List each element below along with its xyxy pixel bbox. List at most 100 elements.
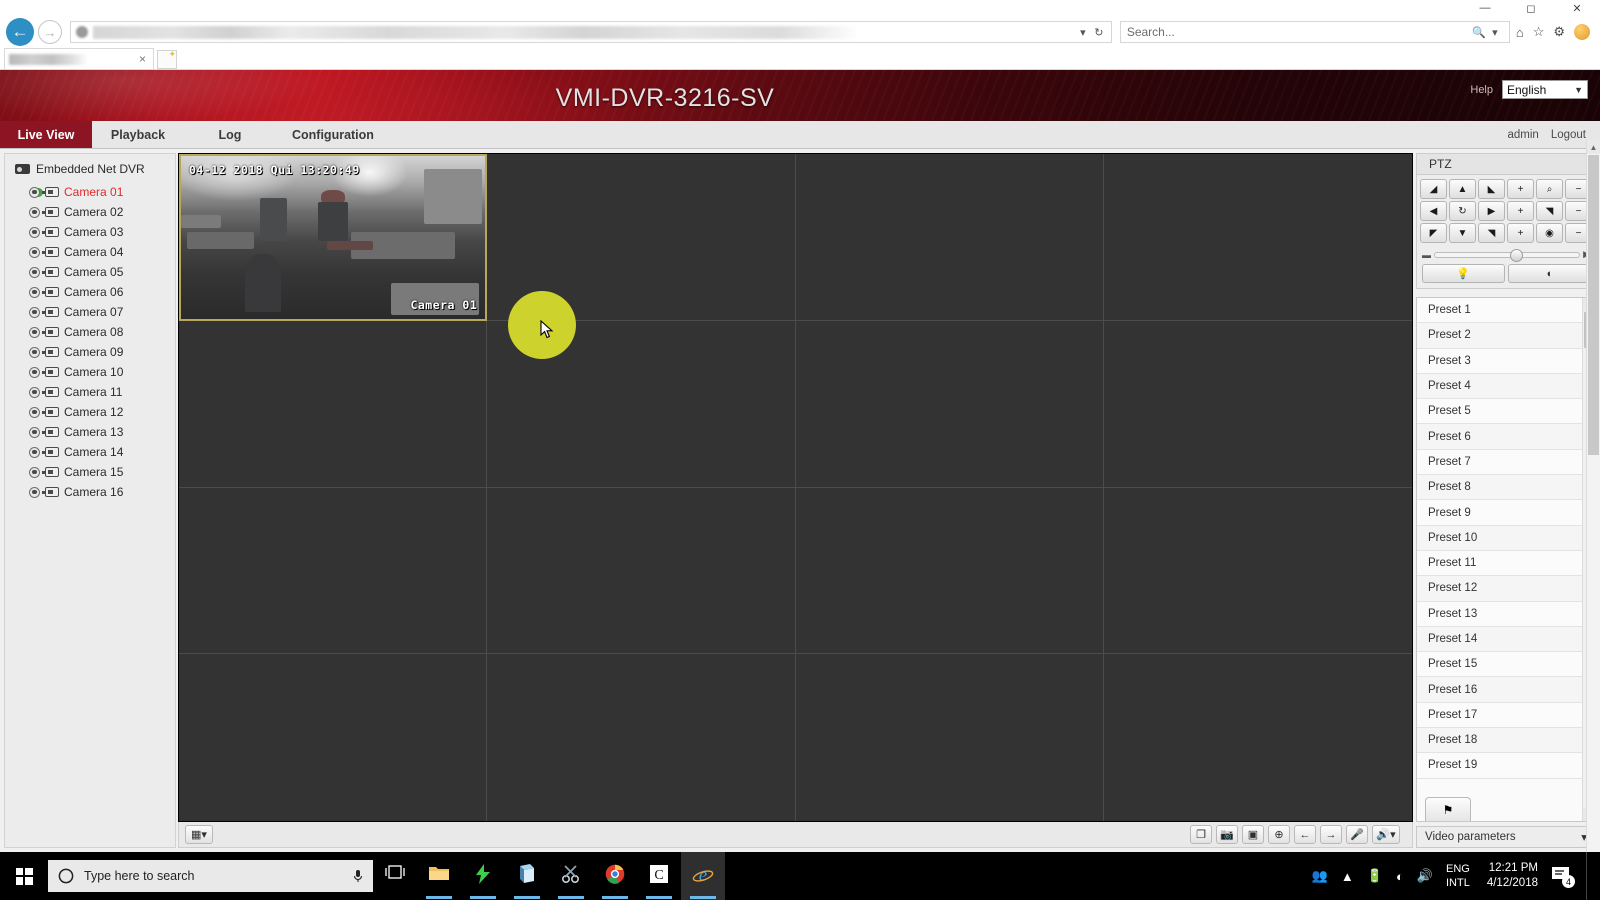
camera-item-15[interactable]: Camera 15 — [5, 462, 175, 482]
video-cell-9[interactable] — [179, 487, 488, 655]
camera-item-8[interactable]: Camera 08 — [5, 322, 175, 342]
auto-scan-icon[interactable]: ↻ — [1449, 201, 1476, 221]
preset-row[interactable]: Preset 1 — [1417, 298, 1582, 324]
arrow-up-left-icon[interactable]: ◢ — [1420, 179, 1447, 199]
preset-row[interactable]: Preset 19 — [1417, 753, 1582, 779]
focus-icon[interactable]: ◥ — [1536, 201, 1563, 221]
video-cell-11[interactable] — [795, 487, 1104, 655]
tab-configuration[interactable]: Configuration — [276, 121, 390, 148]
preset-row[interactable]: Preset 10 — [1417, 525, 1582, 551]
show-hidden-icons-icon[interactable]: ▲ — [1341, 869, 1354, 884]
video-parameters-bar[interactable]: Video parameters ▾ — [1416, 826, 1596, 848]
help-link[interactable]: Help — [1470, 84, 1493, 96]
video-cell-12[interactable] — [1103, 487, 1412, 655]
user-icon[interactable] — [1574, 24, 1590, 40]
ptz-speed-slider[interactable]: ▬ ▶ — [1420, 245, 1592, 262]
forward-arrow-icon[interactable]: → — [38, 20, 62, 44]
camera-item-3[interactable]: Camera 03 — [5, 222, 175, 242]
people-icon[interactable]: 👥 — [1312, 868, 1328, 884]
back-arrow-icon[interactable]: ← — [6, 18, 34, 46]
microphone-icon[interactable]: 🎤 — [1346, 825, 1368, 844]
video-cell-15[interactable] — [795, 654, 1104, 821]
close-icon[interactable]: × — [136, 52, 149, 66]
browser-search-input[interactable]: Search... 🔍 ▾ — [1119, 21, 1510, 43]
gear-icon[interactable]: ⚙ — [1553, 24, 1565, 40]
windows-logo-icon[interactable] — [0, 852, 48, 900]
video-cell-7[interactable] — [795, 320, 1104, 488]
tab-playback[interactable]: Playback — [92, 121, 184, 148]
camera-item-1[interactable]: Camera 01 — [5, 182, 175, 202]
internet-explorer-icon[interactable]: e — [681, 852, 725, 900]
flag-icon[interactable]: ⚑ — [1425, 797, 1471, 821]
focus-plus-icon[interactable]: + — [1507, 201, 1534, 221]
iris-icon[interactable]: ◉ — [1536, 223, 1563, 243]
scroll-up-icon[interactable]: ▲ — [1587, 140, 1600, 154]
preset-row[interactable]: Preset 6 — [1417, 424, 1582, 450]
address-bar[interactable]: ▾ ↻ — [70, 21, 1112, 43]
logout-link[interactable]: Logout — [1551, 129, 1586, 141]
preset-row[interactable]: Preset 3 — [1417, 348, 1582, 374]
arrow-down-left-icon[interactable]: ◤ — [1420, 223, 1447, 243]
language-indicator[interactable]: ENG INTL — [1446, 862, 1470, 890]
show-desktop-button[interactable] — [1586, 852, 1594, 900]
zoom-plus-icon[interactable]: + — [1507, 179, 1534, 199]
camera-item-12[interactable]: Camera 12 — [5, 402, 175, 422]
zoom-in-icon[interactable]: ⊕ — [1268, 825, 1290, 844]
refresh-icon[interactable]: ↻ — [1091, 26, 1107, 39]
preset-row[interactable]: Preset 14 — [1417, 626, 1582, 653]
next-page-icon[interactable]: → — [1320, 825, 1342, 844]
video-cell-14[interactable] — [487, 654, 796, 821]
video-cell-3[interactable] — [795, 154, 1104, 321]
book-app-icon[interactable] — [505, 852, 549, 900]
camera-item-16[interactable]: Camera 16 — [5, 482, 175, 502]
minimize-button[interactable]: — — [1462, 0, 1508, 16]
page-scrollbar[interactable]: ▲ ▼ — [1586, 140, 1600, 852]
browser-tab[interactable]: × — [4, 48, 154, 69]
favorites-star-icon[interactable]: ☆ — [1533, 24, 1545, 40]
tree-root-node[interactable]: Embedded Net DVR — [5, 162, 175, 182]
camera-item-10[interactable]: Camera 10 — [5, 362, 175, 382]
preset-row[interactable]: Preset 17 — [1417, 702, 1582, 729]
video-cell-8[interactable] — [1103, 320, 1412, 488]
tab-live-view[interactable]: Live View — [0, 121, 92, 148]
arrow-right-icon[interactable]: ▶ — [1478, 201, 1505, 221]
camera-item-7[interactable]: Camera 07 — [5, 302, 175, 322]
arrow-down-right-icon[interactable]: ◥ — [1478, 223, 1505, 243]
camera-item-9[interactable]: Camera 09 — [5, 342, 175, 362]
arrow-left-icon[interactable]: ◀ — [1420, 201, 1447, 221]
camera-item-2[interactable]: Camera 02 — [5, 202, 175, 222]
camera-item-4[interactable]: Camera 04 — [5, 242, 175, 262]
preset-row[interactable]: Preset 9 — [1417, 500, 1582, 526]
preset-row[interactable]: Preset 13 — [1417, 601, 1582, 627]
slider-knob[interactable] — [1509, 248, 1523, 262]
file-explorer-icon[interactable] — [417, 852, 461, 900]
search-icon[interactable]: 🔍 — [1471, 26, 1487, 39]
record-icon[interactable]: ▣ — [1242, 825, 1264, 844]
c-app-icon[interactable]: C — [637, 852, 681, 900]
video-cell-13[interactable] — [179, 654, 488, 821]
preset-row[interactable]: Preset 18 — [1417, 728, 1582, 754]
maximize-button[interactable]: ◻ — [1508, 0, 1554, 16]
close-button[interactable]: ✕ — [1554, 0, 1600, 16]
video-cell-10[interactable] — [487, 487, 796, 655]
camera-snapshot-icon[interactable]: 📷 — [1216, 825, 1238, 844]
preset-row[interactable]: Preset 2 — [1417, 323, 1582, 349]
zoom-icon[interactable]: ⌕ — [1536, 179, 1563, 199]
taskbar-search-input[interactable]: Type here to search — [48, 860, 373, 892]
wifi-icon[interactable]: ◐ — [1396, 869, 1404, 884]
arrow-up-right-icon[interactable]: ◣ — [1478, 179, 1505, 199]
camera-item-5[interactable]: Camera 05 — [5, 262, 175, 282]
preset-row[interactable]: Preset 5 — [1417, 399, 1582, 425]
preset-row[interactable]: Preset 16 — [1417, 677, 1582, 703]
prev-page-icon[interactable]: ← — [1294, 825, 1316, 844]
notifications-icon[interactable]: 4 — [1551, 866, 1575, 888]
home-icon[interactable]: ⌂ — [1516, 25, 1524, 40]
chrome-icon[interactable] — [593, 852, 637, 900]
video-cell-16[interactable] — [1103, 654, 1412, 821]
layout-grid-icon[interactable]: ▦▾ — [185, 825, 213, 844]
iris-plus-icon[interactable]: + — [1507, 223, 1534, 243]
camera-item-6[interactable]: Camera 06 — [5, 282, 175, 302]
video-cell-5[interactable] — [179, 320, 488, 488]
tab-log[interactable]: Log — [184, 121, 276, 148]
multi-capture-icon[interactable]: ❐ — [1190, 825, 1212, 844]
